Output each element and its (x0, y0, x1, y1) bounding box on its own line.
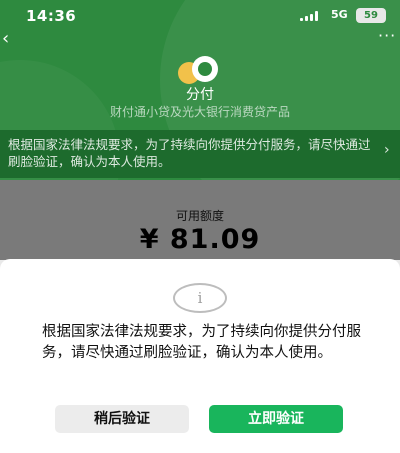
chevron-right-icon: › (384, 142, 390, 158)
status-time: 14:36 (26, 7, 77, 25)
verify-later-button[interactable]: 稍后验证 (55, 405, 189, 433)
verify-now-button[interactable]: 立即验证 (209, 405, 343, 433)
available-credit-label: 可用额度 (175, 209, 224, 223)
brand-name: 分付 (186, 87, 214, 103)
info-icon: i (173, 283, 227, 313)
notice-text: 根据国家法律法规要求，为了持续向你提供分付服务，请尽快通过刷脸验证，确认为本人使… (8, 137, 371, 169)
screen: 14:36 5G 59 ‹ ··· 分付 财付通小贷及光大银行消费贷产品 根据国… (0, 0, 400, 453)
battery-icon: 59 (356, 8, 386, 23)
verification-notice-banner[interactable]: 根据国家法律法规要求，为了持续向你提供分付服务，请尽快通过刷脸验证，确认为本人使… (0, 130, 400, 178)
network-type: 5G (331, 8, 348, 21)
dialog-message: 根据国家法律法规要求，为了持续向你提供分付服务，请尽快通过刷脸验证，确认为本人使… (42, 324, 361, 361)
fenfu-logo-icon (178, 56, 220, 84)
status-bar: 14:36 5G 59 (0, 0, 400, 30)
more-icon[interactable]: ··· (378, 26, 396, 45)
back-icon[interactable]: ‹ (2, 28, 9, 49)
signal-icon (300, 11, 322, 21)
available-credit-amount: ¥ 81.09 (139, 224, 261, 255)
brand-subtitle: 财付通小贷及光大银行消费贷产品 (109, 105, 290, 119)
